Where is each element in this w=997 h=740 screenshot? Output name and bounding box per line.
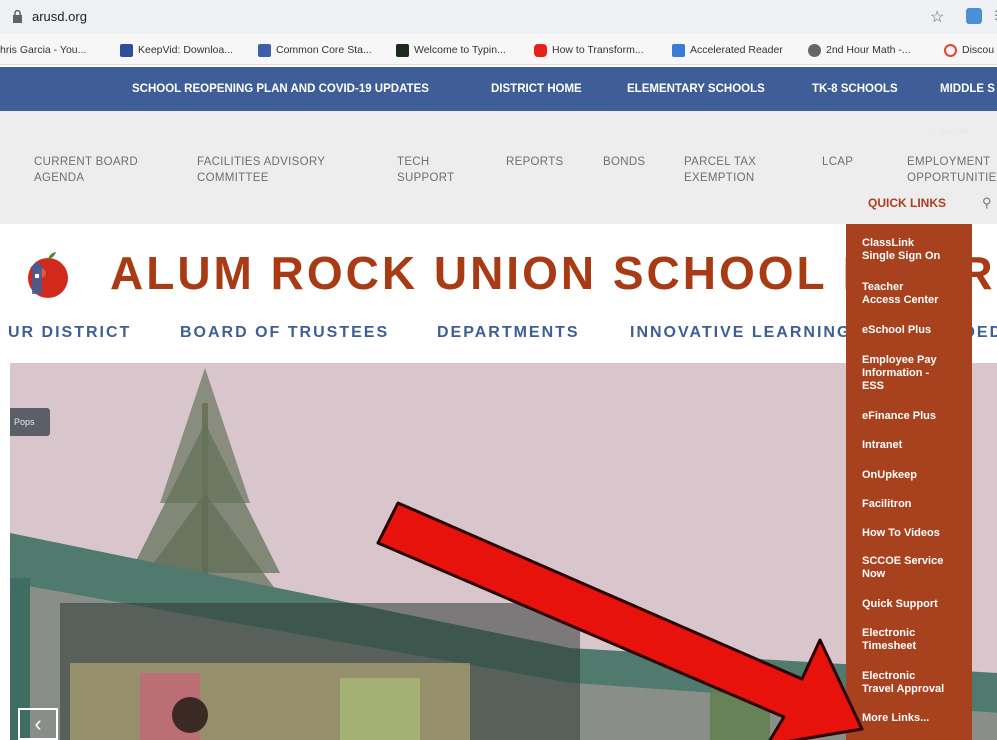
nav-innovative-learning[interactable]: INNOVATIVE LEARNING [630,324,851,342]
quick-link-classlink[interactable]: ClassLink Single Sign On [862,237,940,263]
nav-our-district[interactable]: UR DISTRICT [8,324,131,342]
bookmark-label: hris Garcia - You... [0,44,87,56]
keepvid-icon [120,43,133,57]
quick-link-sccoe-service[interactable]: SCCOE Service Now [862,555,943,581]
lock-icon [13,10,22,23]
quick-link-quick-support[interactable]: Quick Support [862,598,938,611]
bookmark-label: 2nd Hour Math -... [826,44,911,56]
bookmarks-bar: hris Garcia - You... KeepVid: Downloa...… [0,34,997,65]
reader-icon [672,43,685,57]
nav-covid-updates[interactable]: SCHOOL REOPENING PLAN AND COVID-19 UPDAT… [132,83,429,95]
nav-tk8-schools[interactable]: TK-8 SCHOOLS [812,83,898,95]
quick-link-employee-pay[interactable]: Employee Pay Information - ESS [862,354,937,393]
bookmark-item[interactable]: Discou [944,42,994,58]
bookmark-label: Accelerated Reader [690,44,783,56]
quick-link-eschool-plus[interactable]: eSchool Plus [862,324,931,337]
quick-links-dropdown: ClassLink Single Sign On Teacher Access … [846,224,972,740]
menu-icon[interactable]: ⋮ [990,8,997,24]
nav-district-home[interactable]: DISTRICT HOME [491,83,582,95]
quick-link-how-to-videos[interactable]: How To Videos [862,527,940,540]
bookmark-item[interactable]: How to Transform... [534,42,644,58]
bookmark-label: KeepVid: Downloa... [138,44,233,56]
quick-link-electronic-travel[interactable]: Electronic Travel Approval [862,670,944,696]
quick-link-intranet[interactable]: Intranet [862,439,902,452]
district-logo-icon[interactable] [22,250,74,302]
globe-icon [808,43,821,57]
typing-icon [396,43,409,57]
nav-employment[interactable]: EMPLOYMENT OPPORTUNITIE [907,154,997,186]
nav-bonds[interactable]: BONDS [603,154,645,170]
nav-departments[interactable]: DEPARTMENTS [437,324,580,342]
bookmark-label: Discou [962,44,995,56]
nav-reports[interactable]: REPORTS [506,154,563,170]
extension-icon[interactable] [966,8,982,24]
youtube-icon [534,43,547,57]
bookmark-item[interactable]: Accelerated Reader [672,42,783,58]
discord-icon [944,43,957,57]
quick-link-electronic-timesheet[interactable]: Electronic Timesheet [862,627,916,653]
bookmark-item[interactable]: hris Garcia - You... [0,42,86,58]
quick-links-button[interactable]: QUICK LINKS [868,196,946,210]
bookmark-item[interactable]: 2nd Hour Math -... [808,42,911,58]
address-bar[interactable]: arusd.org ☆ ⋮ [0,0,997,34]
nav-elementary-schools[interactable]: ELEMENTARY SCHOOLS [627,83,765,95]
bookmark-label: Common Core Sta... [276,44,372,56]
nav-middle-schools[interactable]: MIDDLE S [940,83,995,95]
star-icon[interactable]: ☆ [930,7,944,27]
quick-link-more-links[interactable]: More Links... [862,712,929,725]
quick-link-facilitron[interactable]: Facilitron [862,498,912,511]
grid-icon [258,43,271,57]
nav-tech-support[interactable]: TECH SUPPORT [397,154,454,186]
hero-tag[interactable]: Pops [10,408,50,436]
secondary-nav: CURRENT BOARD AGENDA FACILITIES ADVISORY… [0,111,997,224]
top-nav: SCHOOL REOPENING PLAN AND COVID-19 UPDAT… [0,67,997,111]
nav-board-of-trustees[interactable]: BOARD OF TRUSTEES [180,324,389,342]
url-text[interactable]: arusd.org [32,9,87,24]
nav-facilities-committee[interactable]: FACILITIES ADVISORY COMMITTEE [197,154,325,186]
slider-prev-button[interactable]: ‹ [18,708,58,740]
bookmark-label: Welcome to Typin... [414,44,506,56]
nav-lcap[interactable]: LCAP [822,154,853,170]
quick-link-efinance-plus[interactable]: eFinance Plus [862,410,936,423]
bookmark-item[interactable]: Common Core Sta... [258,42,372,58]
bookmark-item[interactable]: KeepVid: Downloa... [120,42,233,58]
bookmark-item[interactable]: Welcome to Typin... [396,42,506,58]
nav-board-agenda[interactable]: CURRENT BOARD AGENDA [34,154,138,186]
translate-icon[interactable]: ◌ ◌◌◌◌◌ [930,126,968,137]
bookmark-label: How to Transform... [552,44,644,56]
search-icon[interactable]: ⚲ [982,195,992,211]
nav-parcel-tax[interactable]: PARCEL TAX EXEMPTION [684,154,756,186]
quick-link-onupkeep[interactable]: OnUpkeep [862,469,917,482]
quick-link-teacher-access[interactable]: Teacher Access Center [862,281,938,307]
